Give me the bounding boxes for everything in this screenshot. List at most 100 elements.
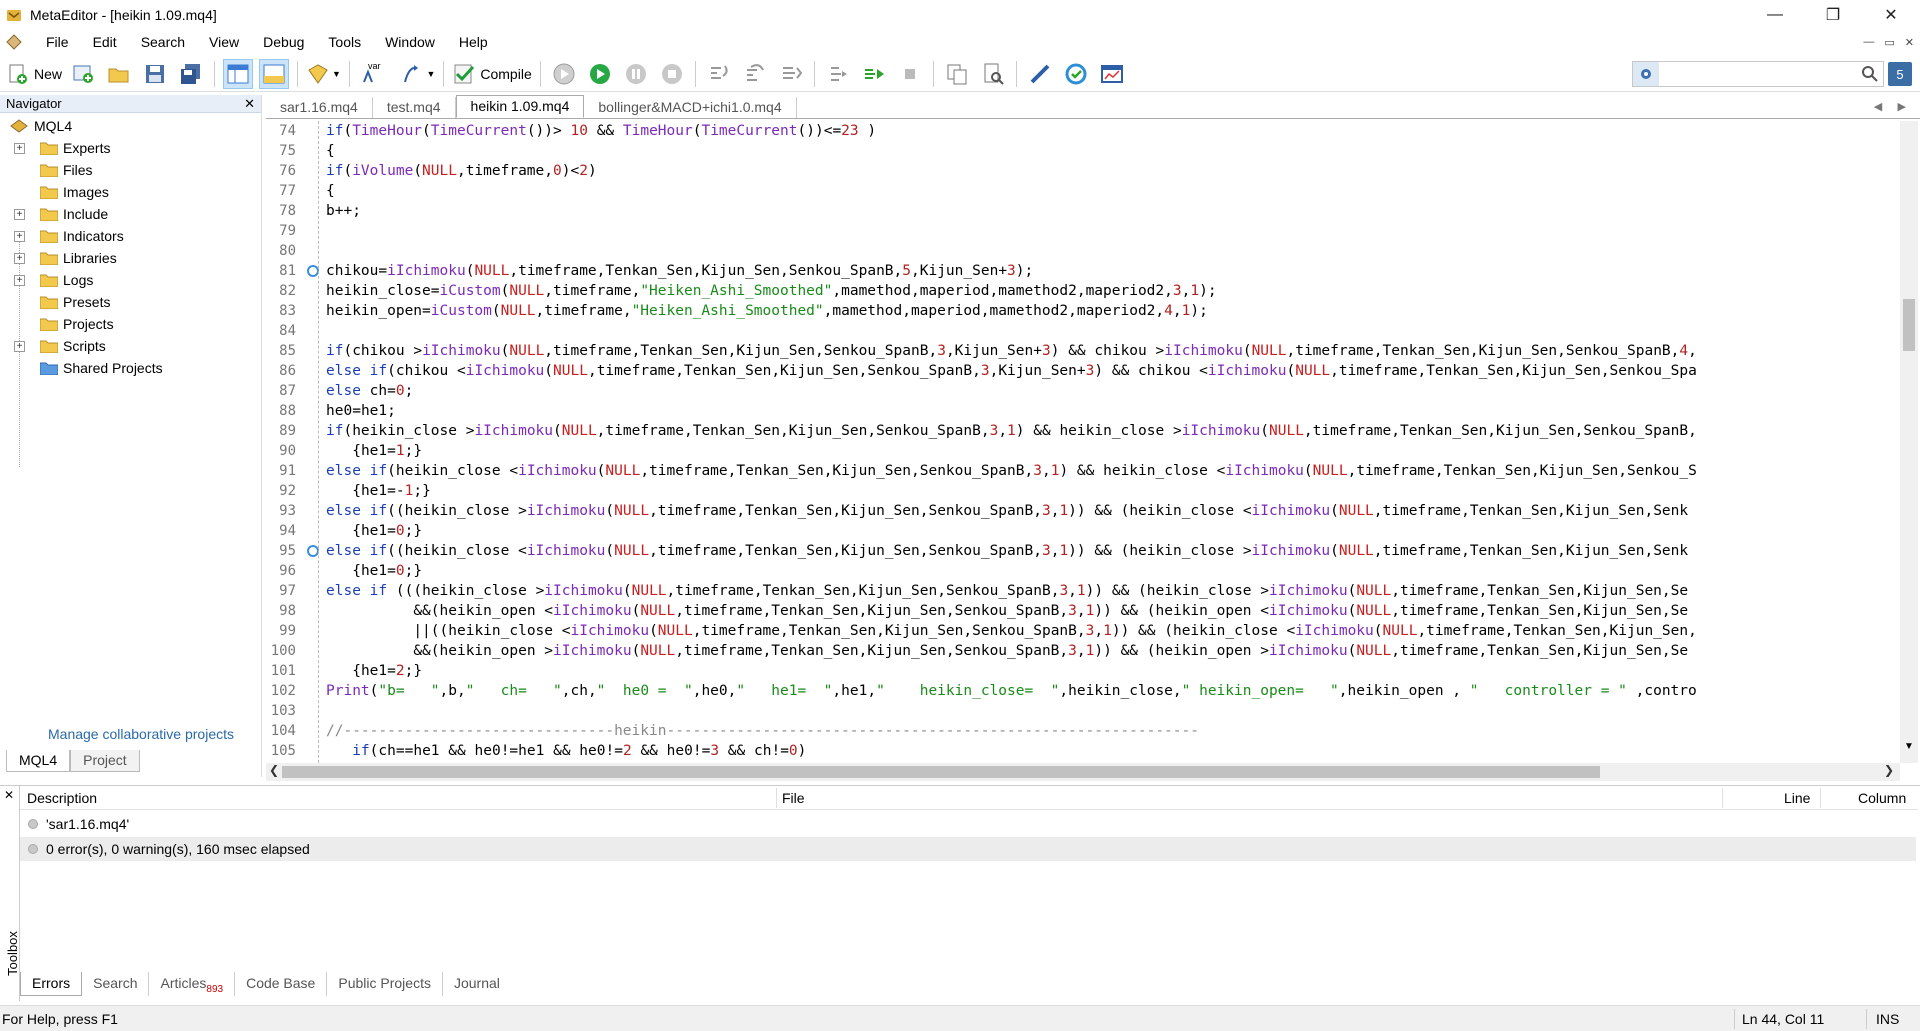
community-icon[interactable]: 5 — [1888, 62, 1912, 86]
editor-horizontal-scrollbar[interactable]: ❮ ❯ — [266, 763, 1900, 781]
update-button[interactable] — [1061, 59, 1091, 89]
column-divider[interactable] — [1722, 788, 1723, 808]
scroll-right-arrow-icon[interactable]: ❯ — [1884, 763, 1894, 777]
mdi-restore-button[interactable]: ▭ — [1884, 36, 1894, 49]
tree-item-shared-projects[interactable]: Shared Projects — [0, 357, 261, 379]
menu-view[interactable]: View — [197, 34, 251, 50]
editor-tab[interactable]: bollinger&MACD+ichi1.0.mq4 — [584, 97, 797, 118]
start-history-button[interactable] — [585, 59, 615, 89]
code-line[interactable]: {he1=0;} — [326, 521, 1697, 541]
menu-help[interactable]: Help — [447, 34, 500, 50]
code-line[interactable]: { — [326, 181, 1697, 201]
editor-tab-active[interactable]: heikin 1.09.mq4 — [455, 95, 585, 118]
horizontal-scroll-thumb[interactable] — [282, 766, 1600, 778]
tree-item-presets[interactable]: Presets — [0, 291, 261, 313]
tree-item-files[interactable]: Files — [0, 159, 261, 181]
tab-public-projects[interactable]: Public Projects — [327, 972, 443, 996]
tree-item-indicators[interactable]: + Indicators — [0, 225, 261, 247]
code-line[interactable]: else if((heikin_close >iIchimoku(NULL,ti… — [326, 501, 1697, 521]
options-button[interactable] — [1025, 59, 1055, 89]
breakpoint-margin[interactable] — [300, 121, 319, 763]
code-line[interactable]: if(heikin_close >iIchimoku(NULL,timefram… — [326, 421, 1697, 441]
mdi-minimize-button[interactable]: — — [1863, 36, 1874, 48]
navigator-close-icon[interactable]: ✕ — [244, 96, 255, 112]
code-line[interactable]: heikin_close=iCustom(NULL,timeframe,"Hei… — [326, 281, 1697, 301]
tab-search[interactable]: Search — [82, 972, 150, 996]
navigator-toggle-button[interactable] — [223, 58, 254, 89]
code-line[interactable]: else if(chikou <iIchimoku(NULL,timeframe… — [326, 361, 1697, 381]
tree-item-projects[interactable]: Projects — [0, 313, 261, 335]
column-line[interactable]: Line — [1784, 790, 1810, 806]
code-line[interactable]: heikin_open=iCustom(NULL,timeframe,"Heik… — [326, 301, 1697, 321]
message-row[interactable]: 0 error(s), 0 warning(s), 160 msec elaps… — [20, 837, 1916, 861]
scroll-left-arrow-icon[interactable]: ❮ — [269, 763, 279, 777]
search-input[interactable] — [1659, 63, 1883, 85]
code-line[interactable]: { — [326, 141, 1697, 161]
expand-plus-icon[interactable]: + — [14, 274, 25, 286]
minimize-button[interactable]: — — [1746, 0, 1804, 30]
code-line[interactable]: {he1=1;} — [326, 441, 1697, 461]
column-column[interactable]: Column — [1858, 790, 1906, 806]
scroll-down-arrow-icon[interactable]: ▼ — [1904, 741, 1914, 752]
step-out-button[interactable] — [776, 59, 806, 89]
menu-window[interactable]: Window — [373, 34, 447, 50]
menu-debug[interactable]: Debug — [251, 34, 316, 50]
toolbox-toggle-button[interactable] — [259, 58, 290, 89]
save-button[interactable] — [140, 59, 170, 89]
message-row[interactable]: 'sar1.16.mq4' — [20, 812, 1916, 836]
nav-tab-project[interactable]: Project — [70, 750, 140, 772]
code-line[interactable]: if(TimeHour(TimeCurrent())> 10 && TimeHo… — [326, 121, 1697, 141]
code-line[interactable]: if(iVolume(NULL,timeframe,0)<2) — [326, 161, 1697, 181]
tab-scroll-left-icon[interactable]: ◀ — [1874, 101, 1882, 113]
code-line[interactable]: else if((heikin_close <iIchimoku(NULL,ti… — [326, 541, 1697, 561]
nav-tab-mql4[interactable]: MQL4 — [6, 750, 71, 772]
open-button[interactable] — [104, 59, 134, 89]
tab-errors[interactable]: Errors — [20, 972, 83, 996]
code-line[interactable] — [326, 221, 1697, 241]
expand-plus-icon[interactable]: + — [14, 340, 25, 352]
search-icon[interactable] — [1860, 64, 1880, 84]
tree-item-images[interactable]: Images — [0, 181, 261, 203]
editor-tab[interactable]: test.mq4 — [373, 97, 456, 118]
manage-collaborative-projects-link[interactable]: Manage collaborative projects — [48, 726, 234, 742]
mdi-close-button[interactable]: ✕ — [1905, 36, 1914, 49]
column-file[interactable]: File — [782, 790, 805, 806]
search-settings-gear-icon[interactable] — [1633, 62, 1659, 86]
new-button[interactable]: New — [6, 59, 62, 89]
remove-breakpoints-button[interactable] — [895, 59, 925, 89]
start-real-data-button[interactable] — [549, 59, 579, 89]
toolbox-close-icon[interactable]: ✕ — [4, 788, 14, 802]
pause-button[interactable] — [621, 59, 651, 89]
column-divider[interactable] — [776, 788, 777, 808]
code-line[interactable]: &&(heikin_open >iIchimoku(NULL,timeframe… — [326, 641, 1697, 661]
code-line[interactable]: if(ch==he1 && he0!=he1 && he0!=2 && he0!… — [326, 741, 1697, 761]
close-window-button[interactable]: ✕ — [1862, 0, 1920, 30]
expand-plus-icon[interactable]: + — [14, 208, 25, 220]
profiler-button[interactable] — [978, 59, 1008, 89]
column-description[interactable]: Description — [27, 790, 97, 806]
code-line[interactable]: chikou=iIchimoku(NULL,timeframe,Tenkan_S… — [326, 261, 1697, 281]
menu-file[interactable]: File — [34, 34, 81, 50]
vertical-scroll-thumb[interactable] — [1903, 299, 1915, 351]
run-to-cursor-button[interactable] — [859, 59, 889, 89]
step-over-button[interactable] — [740, 59, 770, 89]
code-line[interactable]: {he1=0;} — [326, 561, 1697, 581]
code-line[interactable]: //-------------------------------heikin-… — [326, 721, 1697, 741]
code-line[interactable]: else if(heikin_close <iIchimoku(NULL,tim… — [326, 461, 1697, 481]
restore-button[interactable]: ❐ — [1804, 0, 1862, 30]
code-line[interactable]: ||((heikin_close <iIchimoku(NULL,timefra… — [326, 621, 1697, 641]
code-line[interactable]: b++; — [326, 201, 1697, 221]
code-line[interactable]: &&(heikin_open <iIchimoku(NULL,timeframe… — [326, 601, 1697, 621]
toggle-breakpoint-button[interactable] — [823, 59, 853, 89]
code-line[interactable]: Print("b= ",b," ch= ",ch," he0 = ",he0,"… — [326, 681, 1697, 701]
menu-edit[interactable]: Edit — [81, 34, 129, 50]
tree-item-experts[interactable]: + Experts — [0, 137, 261, 159]
code-line[interactable]: else if (((heikin_close >iIchimoku(NULL,… — [326, 581, 1697, 601]
compile-button[interactable]: Compile — [452, 59, 532, 89]
code-line[interactable]: {he1=2;} — [326, 661, 1697, 681]
code-line[interactable]: else ch=0; — [326, 381, 1697, 401]
code-editor[interactable]: 74 75 76 77 78 79 80 81 82 83 84 85 86 87 88 89 90 91 92 93… — [266, 121, 1900, 763]
tab-code-base[interactable]: Code Base — [235, 972, 328, 996]
editor-tab[interactable]: sar1.16.mq4 — [266, 97, 373, 118]
expand-plus-icon[interactable]: + — [14, 230, 25, 242]
